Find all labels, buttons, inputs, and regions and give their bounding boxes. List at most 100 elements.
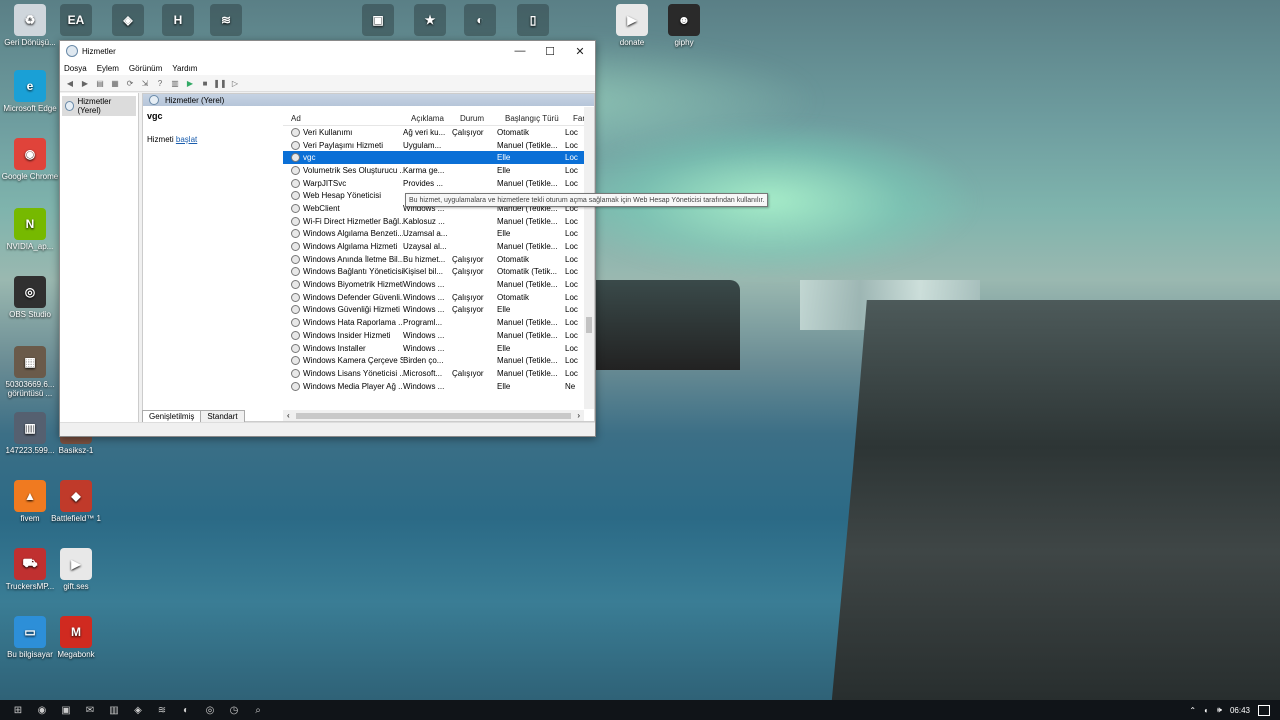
view-icon[interactable]: ▥	[169, 78, 181, 89]
start-service-link[interactable]: başlat	[176, 135, 197, 144]
notification-icon[interactable]	[1258, 704, 1270, 716]
close-button[interactable]: ✕	[565, 41, 595, 61]
back-icon[interactable]: ◀	[64, 78, 76, 89]
vertical-scrollbar[interactable]	[584, 107, 594, 409]
desktop-icon[interactable]: ♻ Geri Dönüşü...	[0, 4, 60, 47]
menu-eylem[interactable]: Eylem	[97, 64, 119, 73]
start-service-icon[interactable]: ▶	[184, 78, 196, 89]
desktop-shortcut-icon[interactable]: ◈	[110, 4, 146, 38]
shortcut-glyph: ▣	[362, 4, 394, 36]
table-row[interactable]: Wi-Fi Direct Hizmetler Bağl... Kablosuz .…	[283, 215, 594, 228]
tray-overflow-icon[interactable]: ⌃	[1189, 706, 1196, 715]
minimize-button[interactable]: —	[505, 41, 535, 61]
desktop-icon[interactable]: ◆ Battlefield™ 1	[46, 480, 106, 523]
table-row[interactable]: Windows Installer Windows ... Elle Loc	[283, 342, 594, 355]
volume-icon[interactable]: 🕪	[1217, 705, 1222, 715]
taskbar-app-icon[interactable]: ▥	[106, 703, 122, 717]
menu-yardim[interactable]: Yardım	[172, 64, 197, 73]
desktop-shortcut-icon[interactable]: ▯	[515, 4, 551, 38]
table-row[interactable]: Windows Hata Raporlama ... Programl... Man…	[283, 316, 594, 329]
scroll-right-icon[interactable]: ›	[577, 411, 580, 420]
desktop-shortcut-icon[interactable]: EA	[58, 4, 94, 38]
taskbar-app-icon[interactable]: ⌕	[250, 703, 266, 717]
desktop-shortcut-icon[interactable]: ★	[412, 4, 448, 38]
table-row[interactable]: Windows Bağlantı Yöneticisi Kişisel bil..…	[283, 266, 594, 279]
desktop-icon[interactable]: e Microsoft Edge	[0, 70, 60, 113]
menu-dosya[interactable]: Dosya	[64, 64, 87, 73]
clock[interactable]: 06:43	[1230, 706, 1250, 715]
desktop-shortcut-icon[interactable]: ◐	[462, 4, 498, 38]
taskbar-app-icon[interactable]: ⊞	[10, 703, 26, 717]
desktop-icon-label: 50303669.6... görüntüsü ...	[5, 380, 55, 398]
forward-icon[interactable]: ▶	[79, 78, 91, 89]
refresh-icon[interactable]: ⟳	[124, 78, 136, 89]
desktop-icon[interactable]: ◉ Google Chrome	[0, 138, 60, 181]
table-row[interactable]: Windows Media Player Ağ ... Windows ... El…	[283, 380, 594, 393]
desktop-shortcut-icon[interactable]: ≋	[208, 4, 244, 38]
menu-gorunum[interactable]: Görünüm	[129, 64, 162, 73]
service-name: Windows Güvenliği Hizmeti	[303, 305, 400, 315]
table-row[interactable]: Windows Algılama Hizmeti Uzaysal al... Man…	[283, 240, 594, 253]
desktop-shortcut-icon[interactable]: ▣	[360, 4, 396, 38]
desktop-icon[interactable]: N NVIDIA_ap...	[0, 208, 60, 251]
table-row[interactable]: Windows Defender Güvenli... Windows ... Ça…	[283, 291, 594, 304]
show-tree-icon[interactable]: ▤	[94, 78, 106, 89]
table-row[interactable]: Veri Kullanımı Ağ veri ku... Çalışıyor Otom…	[283, 126, 594, 139]
column-header-name[interactable]: Ad	[283, 114, 411, 123]
extended-description: vgc Hizmeti başlat	[143, 107, 287, 148]
taskbar-app-icon[interactable]: ≋	[154, 703, 170, 717]
service-description-cell: Karma ge...	[403, 165, 445, 175]
taskbar-app-icon[interactable]: ◷	[226, 703, 242, 717]
table-row[interactable]: WarpJITSvc Provides ... Manuel (Tetikle...…	[283, 177, 594, 190]
table-row[interactable]: Windows Biyometrik Hizmeti Windows ... Man…	[283, 278, 594, 291]
stop-service-icon[interactable]: ■	[199, 78, 211, 89]
title-bar[interactable]: Hizmetler — ☐ ✕	[60, 41, 595, 61]
maximize-button[interactable]: ☐	[535, 41, 565, 61]
service-startup-cell: Otomatik	[497, 127, 530, 137]
desktop-icon[interactable]: ▶ gift.ses	[46, 548, 106, 591]
table-row[interactable]: Windows Güvenliği Hizmeti Windows ... Çalı…	[283, 304, 594, 317]
taskbar-app-icon[interactable]: ✉	[82, 703, 98, 717]
taskbar-app-icon[interactable]: ◐	[178, 703, 194, 717]
column-header-status[interactable]: Durum	[460, 114, 505, 123]
scroll-left-icon[interactable]: ‹	[287, 411, 290, 420]
network-icon[interactable]: ◐	[1204, 706, 1209, 715]
taskbar-app-icon[interactable]: ▣	[58, 703, 74, 717]
service-startup-cell: Otomatik	[497, 254, 530, 264]
help-icon[interactable]: ?	[154, 78, 166, 89]
tab-standard[interactable]: Standart	[200, 410, 245, 422]
taskbar-app-icon[interactable]: ◎	[202, 703, 218, 717]
service-name: Windows Anında İletme Bil...	[303, 254, 403, 264]
table-row[interactable]: vgc Elle Loc	[283, 151, 594, 165]
service-status-cell: Çalışıyor	[452, 254, 484, 264]
properties-icon[interactable]: ▦	[109, 78, 121, 89]
table-row[interactable]: Windows Lisans Yöneticisi ... Microsoft..…	[283, 367, 594, 380]
restart-service-icon[interactable]: ▷	[229, 78, 241, 89]
service-description-cell: Programl...	[403, 318, 443, 328]
table-row[interactable]: Volumetrik Ses Oluşturucu ... Karma ge...…	[283, 164, 594, 177]
taskbar-app-icon[interactable]: ◉	[34, 703, 50, 717]
table-row[interactable]: Windows Anında İletme Bil... Bu hizmet...…	[283, 253, 594, 266]
desktop-icon[interactable]: ▦ 50303669.6... görüntüsü ...	[0, 346, 60, 398]
status-bar	[60, 422, 595, 436]
table-row[interactable]: Windows Algılama Benzeti... Uzamsal a... E…	[283, 228, 594, 241]
taskbar-app-icon[interactable]: ◈	[130, 703, 146, 717]
pause-service-icon[interactable]: ❚❚	[213, 78, 226, 89]
export-icon[interactable]: ⇲	[139, 78, 151, 89]
service-name-cell: Volumetrik Ses Oluşturucu ...	[283, 165, 403, 175]
desktop-icon[interactable]: ☻ giphy	[654, 4, 714, 47]
table-row[interactable]: Windows Insider Hizmeti Windows ... Manuel…	[283, 329, 594, 342]
table-row[interactable]: Windows Kamera Çerçeve S... Birden ço... M…	[283, 354, 594, 367]
tree-item-services-local[interactable]: Hizmetler (Yerel)	[62, 96, 136, 116]
desktop-icon[interactable]: ▶ donate	[602, 4, 662, 47]
tab-extended[interactable]: Genişletilmiş	[142, 410, 202, 422]
service-name-cell: Veri Paylaşımı Hizmeti	[283, 140, 403, 150]
column-header-description[interactable]: Açıklama	[411, 114, 460, 123]
column-header-startup-type[interactable]: Başlangıç Türü	[505, 114, 573, 123]
desktop-shortcut-icon[interactable]: H	[160, 4, 196, 38]
desktop-icon[interactable]: ◎ OBS Studio	[0, 276, 60, 319]
horizontal-scrollbar[interactable]: ‹ ›	[283, 410, 584, 421]
table-row[interactable]: Veri Paylaşımı Hizmeti Uygulam... Manuel (…	[283, 139, 594, 152]
desktop-icon[interactable]: M Megabonk	[46, 616, 106, 659]
service-logon-cell: Loc	[565, 356, 578, 366]
